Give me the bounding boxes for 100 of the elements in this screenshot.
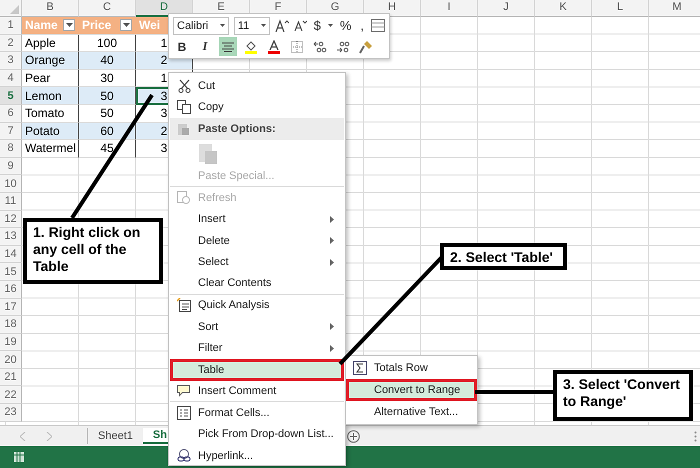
row-header[interactable]: 1: [0, 17, 22, 35]
currency-button[interactable]: $: [312, 16, 323, 35]
row-header[interactable]: 11: [0, 192, 22, 211]
clipboard-icon: [177, 122, 190, 136]
menu-item[interactable]: Totals Row: [346, 357, 477, 379]
increase-decimal-icon: [313, 40, 327, 52]
hyperlink-icon: [176, 448, 192, 463]
shrink-font-icon[interactable]: [294, 19, 307, 32]
table-cell: 50: [79, 104, 136, 123]
menu-item[interactable]: Insert Comment: [170, 380, 344, 402]
caret-icon: [122, 23, 130, 28]
sheet-status-icon[interactable]: [13, 451, 25, 463]
filter-dropdown-button[interactable]: [120, 19, 132, 32]
caret-icon: [260, 24, 266, 27]
column-header[interactable]: J: [478, 0, 535, 17]
row-header[interactable]: 12: [0, 210, 22, 228]
table-cell: Lemon: [22, 87, 79, 105]
menu-item[interactable]: Quick Analysis: [170, 294, 344, 316]
font-size-field[interactable]: 11: [234, 16, 270, 34]
row-header[interactable]: 10: [0, 175, 22, 193]
percent-button[interactable]: %: [338, 16, 354, 35]
menu-item[interactable]: Sort: [170, 316, 344, 338]
caret-icon[interactable]: [328, 24, 333, 27]
menu-item[interactable]: Alternative Text...: [346, 401, 477, 423]
comment-icon: [177, 384, 191, 398]
table-format-icon[interactable]: [371, 19, 385, 32]
caret-icon: [220, 24, 225, 27]
submenu-arrow-icon: [330, 258, 334, 266]
format-cells-icon: [177, 406, 191, 420]
row-header[interactable]: 3: [0, 52, 22, 70]
center-align-button[interactable]: [219, 37, 237, 56]
scissors-icon: [178, 78, 190, 93]
row-header[interactable]: 6: [0, 104, 22, 123]
menu-item[interactable]: Format Cells...: [170, 402, 344, 424]
callout: 1. Right click on any cell of the Table: [23, 218, 163, 284]
column-header[interactable]: I: [421, 0, 478, 17]
column-header[interactable]: M: [649, 0, 700, 17]
submenu-arrow-icon: [330, 323, 334, 330]
column-header[interactable]: B: [22, 0, 79, 17]
sigma-icon: [353, 361, 367, 375]
refresh-icon: [177, 190, 191, 205]
font-color-button[interactable]: [265, 37, 283, 56]
menu-section-label: Paste Options:: [198, 122, 276, 135]
decrease-decimal-icon: [336, 40, 350, 52]
menu-item[interactable]: Delete: [170, 230, 344, 252]
menu-item[interactable]: Table: [170, 359, 344, 380]
row-header[interactable]: 2: [0, 34, 22, 52]
row-header[interactable]: 23: [0, 404, 22, 422]
add-sheet-icon[interactable]: [347, 430, 360, 443]
sheet-tab[interactable]: Sheet1: [88, 428, 143, 444]
row-header[interactable]: 9: [0, 158, 22, 176]
table-cell: 100: [79, 34, 136, 52]
copy-icon: [177, 100, 191, 114]
font-name-field[interactable]: Calibri: [173, 16, 229, 34]
header-text: Name: [25, 18, 58, 32]
row-header[interactable]: 5: [0, 87, 22, 105]
row-header[interactable]: 22: [0, 386, 22, 404]
column-header[interactable]: C: [79, 0, 136, 17]
submenu-arrow-icon: [330, 344, 334, 352]
row-header[interactable]: 13: [0, 228, 22, 246]
menu-item[interactable]: Select: [170, 252, 344, 273]
row-header[interactable]: 20: [0, 351, 22, 369]
header-text: Price: [82, 18, 112, 32]
column-header[interactable]: L: [592, 0, 649, 17]
submenu-arrow-icon: [330, 216, 334, 222]
menu-item[interactable]: Hyperlink...: [170, 445, 344, 466]
grow-font-icon[interactable]: [274, 18, 289, 32]
row-header[interactable]: 15: [0, 263, 22, 281]
menu-item[interactable]: Filter: [170, 338, 344, 359]
row-header[interactable]: 16: [0, 280, 22, 298]
table-cell: Apple: [22, 34, 79, 52]
table-cell: Potato: [22, 122, 79, 140]
callout: 3. Select 'Convert to Range': [553, 370, 693, 421]
row-header[interactable]: 7: [0, 122, 22, 140]
row-header[interactable]: 8: [0, 140, 22, 158]
menu-item[interactable]: Clear Contents: [170, 273, 344, 294]
borders-icon: [291, 40, 303, 52]
row-header[interactable]: 21: [0, 368, 22, 386]
row-header[interactable]: 18: [0, 316, 22, 334]
more-options-icon[interactable]: [694, 431, 697, 442]
comma-button[interactable]: ,: [358, 16, 366, 35]
filter-dropdown-button[interactable]: [63, 19, 75, 32]
menu-item[interactable]: Insert: [170, 208, 344, 230]
column-header[interactable]: K: [535, 0, 592, 17]
row-header[interactable]: 14: [0, 246, 22, 264]
paintbrush-icon: [359, 40, 373, 54]
caret-icon: [66, 23, 72, 28]
format-button[interactable]: I: [196, 37, 214, 56]
callout: 2. Select 'Table': [440, 243, 567, 270]
menu-item[interactable]: Convert to Range: [346, 379, 477, 401]
table-cell: Tomato: [22, 104, 79, 123]
column-header[interactable]: D: [136, 0, 193, 17]
align-center-icon: [222, 42, 234, 52]
table-cell: Watermel: [22, 140, 79, 158]
submenu-arrow-icon: [330, 237, 334, 244]
header-text: Wei: [139, 18, 160, 32]
row-header[interactable]: 19: [0, 334, 22, 352]
font-color-icon: [267, 40, 281, 54]
row-header[interactable]: 4: [0, 70, 22, 88]
row-header[interactable]: 17: [0, 298, 22, 316]
